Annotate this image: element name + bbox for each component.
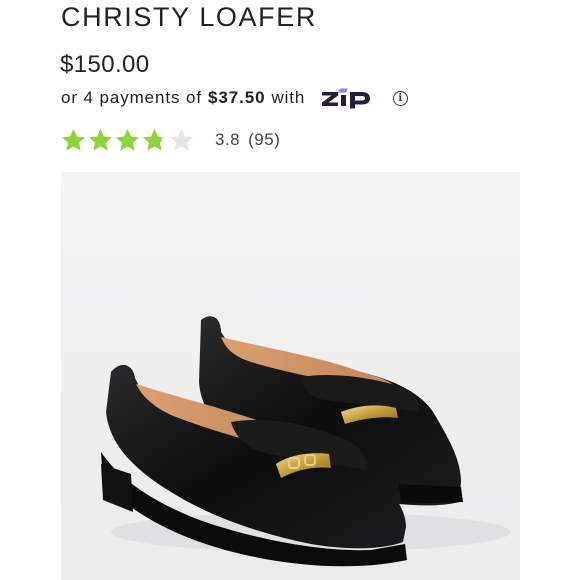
info-icon[interactable]: i (393, 90, 409, 106)
installment-info: or 4 payments of $37.50 with i (61, 86, 409, 110)
star-icon (62, 128, 85, 151)
star-empty-icon (170, 128, 193, 151)
star-rating (60, 127, 195, 154)
star-icon (89, 128, 112, 151)
review-count[interactable]: (95) (248, 130, 280, 150)
product-title: CHRISTY LOAFER (61, 2, 317, 32)
product-image[interactable] (61, 172, 520, 580)
rating-value: 3.8 (215, 130, 241, 149)
zip-logo[interactable] (321, 86, 385, 110)
zip-logo-mark (322, 88, 371, 109)
installment-suffix: with (271, 88, 306, 107)
star-partial-icon (143, 128, 166, 151)
star-icon (116, 128, 139, 151)
installment-amount: $37.50 (208, 88, 266, 107)
installment-prefix: or 4 payments of (61, 88, 203, 107)
product-price: $150.00 (60, 51, 150, 78)
rating-summary[interactable]: 3.8 (95) (60, 125, 280, 155)
loafers-illustration (61, 172, 520, 580)
